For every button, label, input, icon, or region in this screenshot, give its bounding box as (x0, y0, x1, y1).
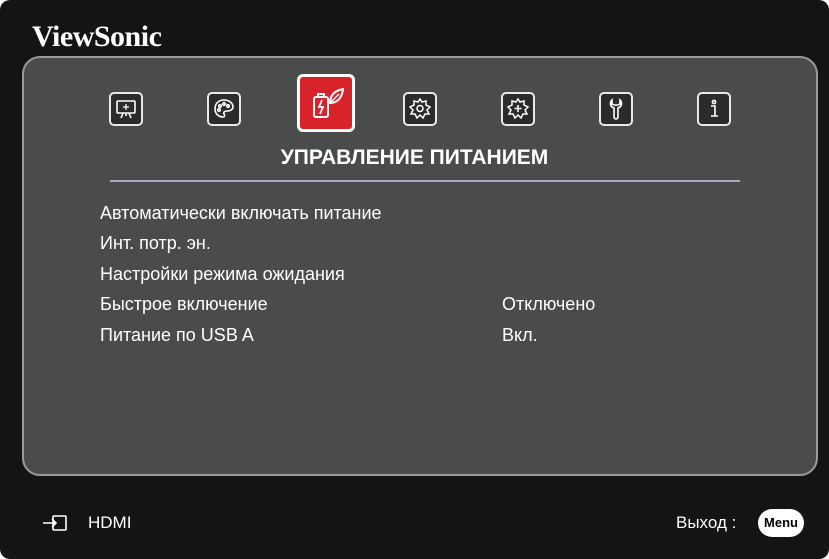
tab-display[interactable] (109, 92, 143, 126)
tab-system[interactable] (599, 92, 633, 126)
section-title: УПРАВЛЕНИЕ ПИТАНИЕМ (280, 146, 549, 169)
power-management-icon (313, 87, 345, 118)
brand-logo: ViewSonic (32, 20, 162, 53)
menu-item-usb-a-power[interactable]: Питание по USB A (100, 325, 254, 346)
gear-icon (408, 97, 432, 120)
tab-basic[interactable] (403, 92, 437, 126)
advanced-gear-icon (506, 97, 530, 120)
menu-item-smart-energy[interactable]: Инт. потр. эн. (100, 233, 211, 254)
menu-item-quick-power-on[interactable]: Быстрое включение (100, 294, 268, 315)
tab-power-management[interactable] (297, 74, 355, 132)
menu-key-button[interactable]: Menu (758, 509, 804, 537)
current-source-label: HDMI (88, 513, 132, 532)
usb-a-power-value: Вкл. (502, 325, 538, 345)
footer-bar: HDMI Выход : Menu (0, 478, 829, 559)
info-icon (711, 99, 718, 117)
tab-advanced[interactable] (501, 92, 535, 126)
menu-item-auto-power-on[interactable]: Автоматически включать питание (100, 203, 382, 224)
title-divider (110, 180, 740, 182)
input-source-icon (43, 515, 67, 531)
display-icon (116, 100, 136, 119)
quick-power-on-value: Отключено (502, 294, 596, 314)
palette-icon (214, 99, 234, 118)
projector-osd-menu: ViewSonic УПРАВЛЕНИЕ ПИТАНИЕМ Автоматиче… (0, 0, 829, 559)
exit-label: Выход : (676, 513, 737, 532)
tab-picture[interactable] (207, 92, 241, 126)
wrench-icon (609, 98, 623, 120)
menu-item-standby-settings[interactable]: Настройки режима ожидания (100, 264, 345, 285)
category-tabs (0, 74, 829, 134)
tab-information[interactable] (697, 92, 731, 126)
